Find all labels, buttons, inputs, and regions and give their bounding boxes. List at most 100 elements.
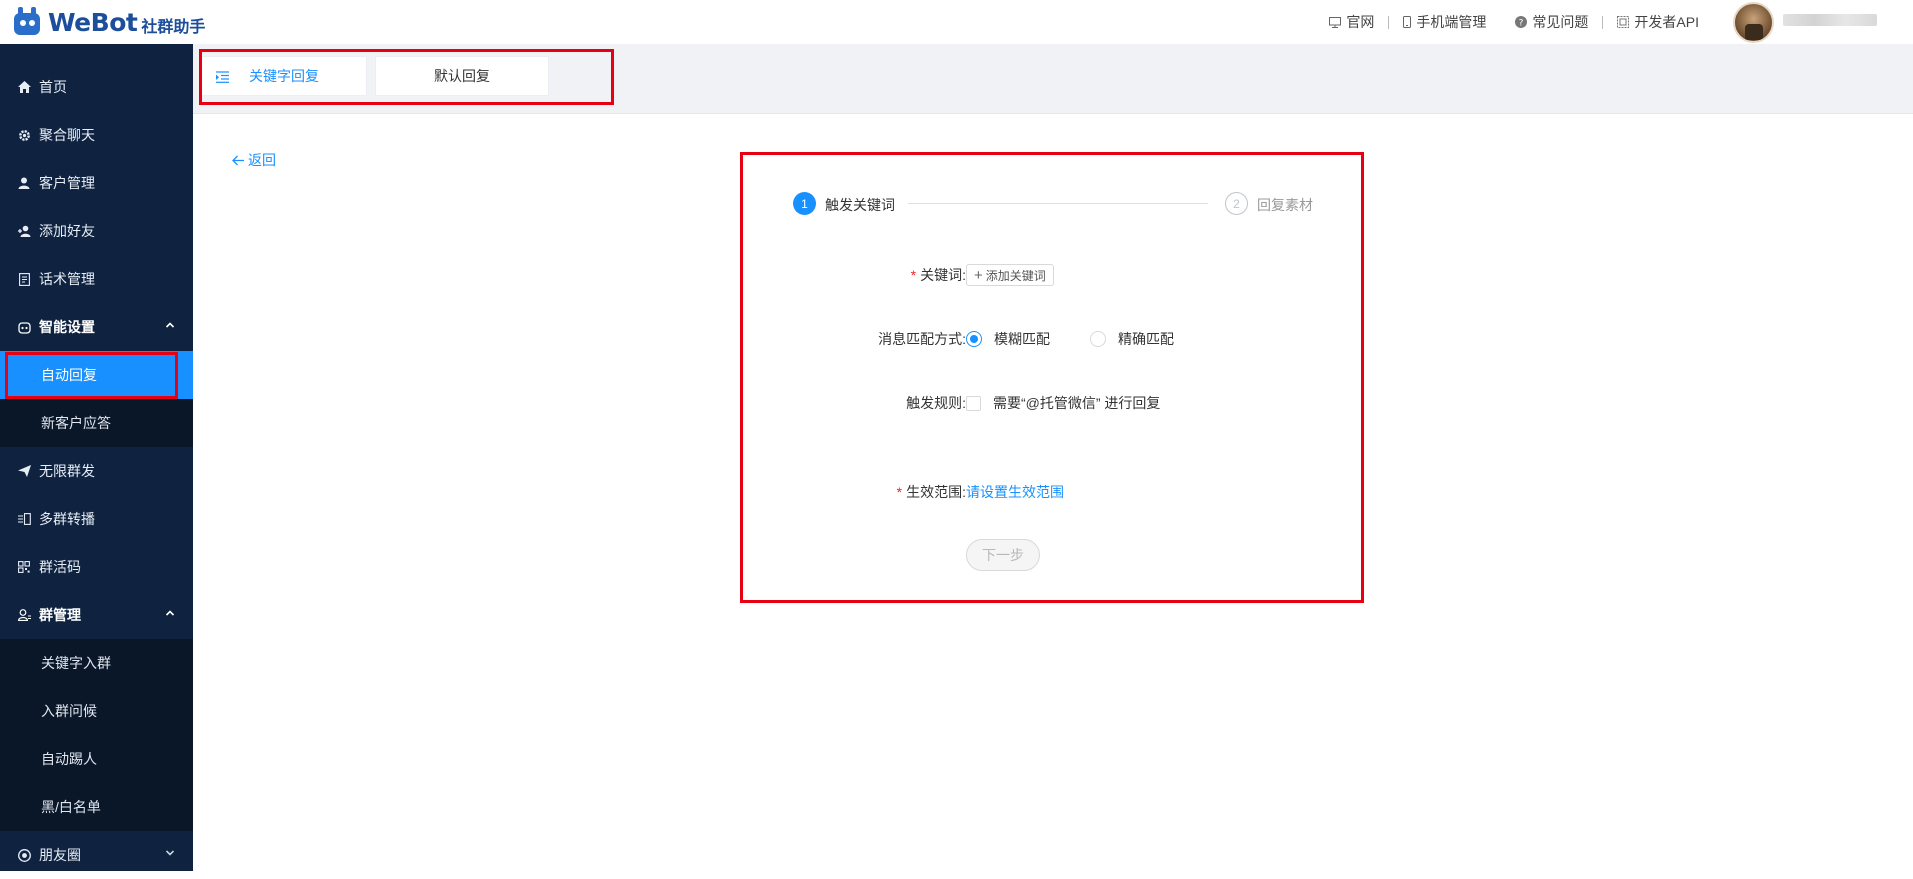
exact-match-radio[interactable] <box>1090 331 1106 347</box>
avatar[interactable] <box>1733 2 1774 43</box>
sidebar-item-label: 群活码 <box>39 559 81 575</box>
sidebar-item-label: 自动踢人 <box>41 751 97 767</box>
logo[interactable]: WeBot 社群助手 <box>12 7 205 37</box>
sidebar-item-broadcast[interactable]: 多群转播 <box>0 495 193 543</box>
add-keyword-button[interactable]: + 添加关键词 <box>966 264 1054 286</box>
sidebar: 首页 聚合聊天 客户管理 添加好友 话术管理 智能设置 自动回复 新客户应答 无… <box>0 44 193 871</box>
steps: 1 触发关键词 2 回复素材 <box>793 190 1315 216</box>
sidebar-item-label: 关键字入群 <box>41 655 111 671</box>
sidebar-item-add-friend[interactable]: 添加好友 <box>0 207 193 255</box>
add-keyword-label: 添加关键词 <box>985 268 1046 283</box>
fuzzy-match-radio[interactable] <box>966 331 982 347</box>
sidebar-item-label: 黑/白名单 <box>41 799 101 815</box>
mention-required-label[interactable]: 需要“@托管微信” 进行回复 <box>993 393 1160 413</box>
tab-label: 默认回复 <box>434 68 490 84</box>
sidebar-item-keyword-join[interactable]: 关键字入群 <box>0 639 193 687</box>
sidebar-item-moments[interactable]: 朋友圈 <box>0 831 193 879</box>
scope-label: * 生效范围: <box>896 484 966 500</box>
sidebar-item-auto-reply[interactable]: 自动回复 <box>0 351 193 399</box>
sidebar-item-black-white-list[interactable]: 黑/白名单 <box>0 783 193 831</box>
question-icon: ? <box>1515 16 1528 28</box>
sidebar-item-label: 聚合聊天 <box>39 127 95 143</box>
broadcast-icon <box>17 512 31 526</box>
next-step-button[interactable]: 下一步 <box>966 539 1040 571</box>
monitor-icon <box>1329 16 1342 28</box>
phone-icon <box>1403 16 1412 28</box>
step-2-label: 回复素材 <box>1257 197 1313 213</box>
sidebar-item-home[interactable]: 首页 <box>0 63 193 111</box>
list-indent-icon <box>216 71 229 83</box>
sidebar-item-label: 朋友圈 <box>39 847 81 863</box>
nav-label: 手机端管理 <box>1416 14 1487 30</box>
nav-label: 开发者API <box>1634 14 1699 30</box>
robot-logo-icon <box>12 7 42 37</box>
top-header: WeBot 社群助手 官网 手机端管理 ? 常见问题 开发者API <box>0 0 1913 44</box>
sidebar-item-mass-send[interactable]: 无限群发 <box>0 447 193 495</box>
sidebar-group-label: 智能设置 <box>39 319 95 335</box>
chevron-up-icon <box>165 322 175 328</box>
logo-subtitle: 社群助手 <box>141 18 206 36</box>
trigger-rule-label: 触发规则: <box>906 395 966 411</box>
sidebar-item-label: 客户管理 <box>39 175 95 191</box>
form-row-scope: * 生效范围: 请设置生效范围 <box>846 482 1064 502</box>
step-1-circle: 1 <box>793 192 816 215</box>
sidebar-item-customers[interactable]: 客户管理 <box>0 159 193 207</box>
sidebar-item-label: 添加好友 <box>39 223 95 239</box>
add-user-icon <box>17 224 31 238</box>
sidebar-item-new-customer-reply[interactable]: 新客户应答 <box>0 399 193 447</box>
nav-developer-api[interactable]: 开发者API <box>1603 12 1713 32</box>
nav-official-site[interactable]: 官网 <box>1315 12 1388 32</box>
robot-icon <box>17 320 31 334</box>
chevron-down-icon <box>165 850 175 856</box>
form-row-trigger: 触发规则: 需要“@托管微信” 进行回复 <box>846 393 1160 413</box>
nav-label: 常见问题 <box>1532 14 1589 30</box>
sidebar-group-label: 群管理 <box>39 607 81 623</box>
submenu-group-manage: 关键字入群 入群问候 自动踢人 黑/白名单 <box>0 639 193 831</box>
gear-icon <box>17 128 31 142</box>
send-icon <box>17 464 31 478</box>
keyword-label: * 关键词: <box>910 267 966 283</box>
tabs-bar: 关键字回复 默认回复 <box>193 44 1913 114</box>
nav-faq[interactable]: ? 常见问题 <box>1501 12 1602 32</box>
arrow-left-icon <box>232 155 244 165</box>
nav-mobile-manage[interactable]: 手机端管理 <box>1389 12 1500 32</box>
qrcode-icon <box>17 560 31 574</box>
form-row-keyword: * 关键词: + 添加关键词 <box>880 264 1054 286</box>
mention-required-checkbox[interactable] <box>966 395 981 411</box>
tab-default-reply[interactable]: 默认回复 <box>375 56 549 96</box>
fuzzy-match-label[interactable]: 模糊匹配 <box>994 329 1050 349</box>
chevron-up-icon <box>165 610 175 616</box>
sidebar-item-group-qrcode[interactable]: 群活码 <box>0 543 193 591</box>
match-mode-label: 消息匹配方式: <box>878 331 966 347</box>
sidebar-item-label: 无限群发 <box>39 463 95 479</box>
document-icon <box>17 272 31 286</box>
sidebar-item-label: 多群转播 <box>39 511 95 527</box>
sidebar-item-label: 入群问候 <box>41 703 97 719</box>
sidebar-item-scripts[interactable]: 话术管理 <box>0 255 193 303</box>
set-scope-link[interactable]: 请设置生效范围 <box>966 482 1064 502</box>
tab-keyword-reply[interactable]: 关键字回复 <box>201 56 367 96</box>
back-link[interactable]: 返回 <box>232 150 276 170</box>
step-1-label: 触发关键词 <box>825 197 895 213</box>
nav-label: 官网 <box>1346 14 1375 30</box>
header-nav: 官网 手机端管理 ? 常见问题 开发者API <box>1315 0 1713 44</box>
exact-match-label[interactable]: 精确匹配 <box>1118 329 1174 349</box>
plus-icon: + <box>974 266 983 284</box>
sidebar-item-label: 首页 <box>39 79 67 95</box>
aperture-icon <box>17 848 31 862</box>
sidebar-item-chat[interactable]: 聚合聊天 <box>0 111 193 159</box>
sidebar-group-group-manage[interactable]: 群管理 <box>0 591 193 639</box>
sidebar-group-smart-settings[interactable]: 智能设置 <box>0 303 193 351</box>
logo-text: WeBot <box>48 7 138 37</box>
user-icon <box>17 176 31 190</box>
back-label: 返回 <box>248 152 276 168</box>
form-row-match-mode: 消息匹配方式: 模糊匹配 精确匹配 <box>846 329 1174 349</box>
step-connector <box>908 203 1208 204</box>
step-2-circle: 2 <box>1225 192 1248 215</box>
sidebar-item-join-greeting[interactable]: 入群问候 <box>0 687 193 735</box>
sidebar-item-auto-kick[interactable]: 自动踢人 <box>0 735 193 783</box>
group-user-icon <box>17 608 31 622</box>
highlight-box-form <box>740 152 1364 603</box>
username-blurred <box>1783 14 1877 26</box>
api-icon <box>1617 16 1630 28</box>
